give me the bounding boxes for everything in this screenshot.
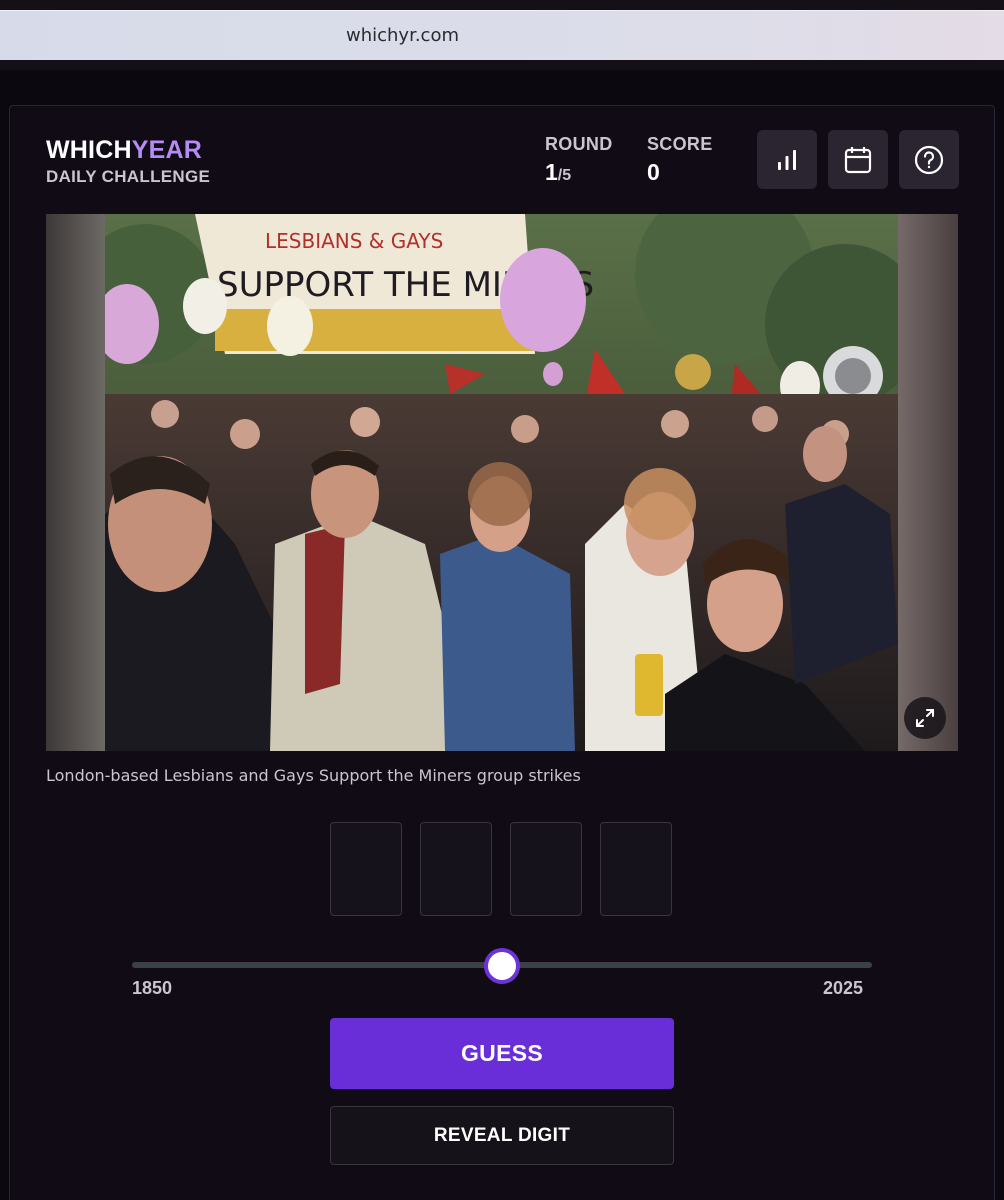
photo-caption: London-based Lesbians and Gays Support t… bbox=[46, 766, 581, 785]
calendar-button[interactable] bbox=[828, 130, 888, 189]
round-label: ROUND bbox=[545, 134, 613, 154]
help-icon bbox=[914, 145, 944, 174]
url-text: whichyr.com bbox=[346, 25, 460, 46]
address-bar[interactable]: whichyr.com bbox=[0, 10, 1004, 60]
brand-logo: WHICHYEAR bbox=[46, 136, 202, 164]
browser-chrome: whichyr.com bbox=[0, 0, 1004, 70]
slider-min-label: 1850 bbox=[132, 978, 173, 998]
help-button[interactable] bbox=[899, 130, 959, 189]
digit-box-3 bbox=[510, 822, 582, 916]
score-value: 0 bbox=[647, 159, 660, 185]
score-stat: SCORE 0 bbox=[647, 134, 713, 186]
reveal-digit-button[interactable]: REVEAL DIGIT bbox=[330, 1106, 674, 1165]
digit-box-2 bbox=[420, 822, 492, 916]
brand: WHICHYEAR DAILY CHALLENGE bbox=[46, 136, 210, 187]
calendar-icon bbox=[844, 146, 872, 173]
year-slider[interactable] bbox=[132, 948, 872, 984]
digit-box-4 bbox=[600, 822, 672, 916]
photo-blur-left bbox=[46, 214, 106, 751]
brand-subtitle: DAILY CHALLENGE bbox=[46, 167, 211, 186]
slider-max-label: 2025 bbox=[823, 978, 864, 998]
slider-thumb[interactable] bbox=[484, 948, 520, 984]
bar-chart-icon bbox=[778, 149, 796, 170]
guess-button[interactable]: GUESS bbox=[330, 1018, 674, 1089]
photo-blur-right bbox=[898, 214, 958, 751]
round-value: 1/5 bbox=[545, 159, 572, 185]
year-digit-boxes bbox=[330, 822, 672, 916]
game-card: WHICHYEAR DAILY CHALLENGE ROUND 1/5 SCOR… bbox=[9, 105, 995, 1200]
expand-icon bbox=[916, 709, 934, 727]
round-stat: ROUND 1/5 bbox=[545, 134, 613, 186]
challenge-photo: LESBIANS & GAYS SUPPORT THE MINERS bbox=[46, 214, 958, 751]
expand-image-button[interactable] bbox=[904, 697, 946, 739]
score-label: SCORE bbox=[647, 134, 713, 154]
stats-button[interactable] bbox=[757, 130, 817, 189]
digit-box-1 bbox=[330, 822, 402, 916]
svg-text:LESBIANS & GAYS: LESBIANS & GAYS bbox=[265, 229, 443, 253]
protest-march-photo: LESBIANS & GAYS SUPPORT THE MINERS bbox=[105, 214, 898, 751]
